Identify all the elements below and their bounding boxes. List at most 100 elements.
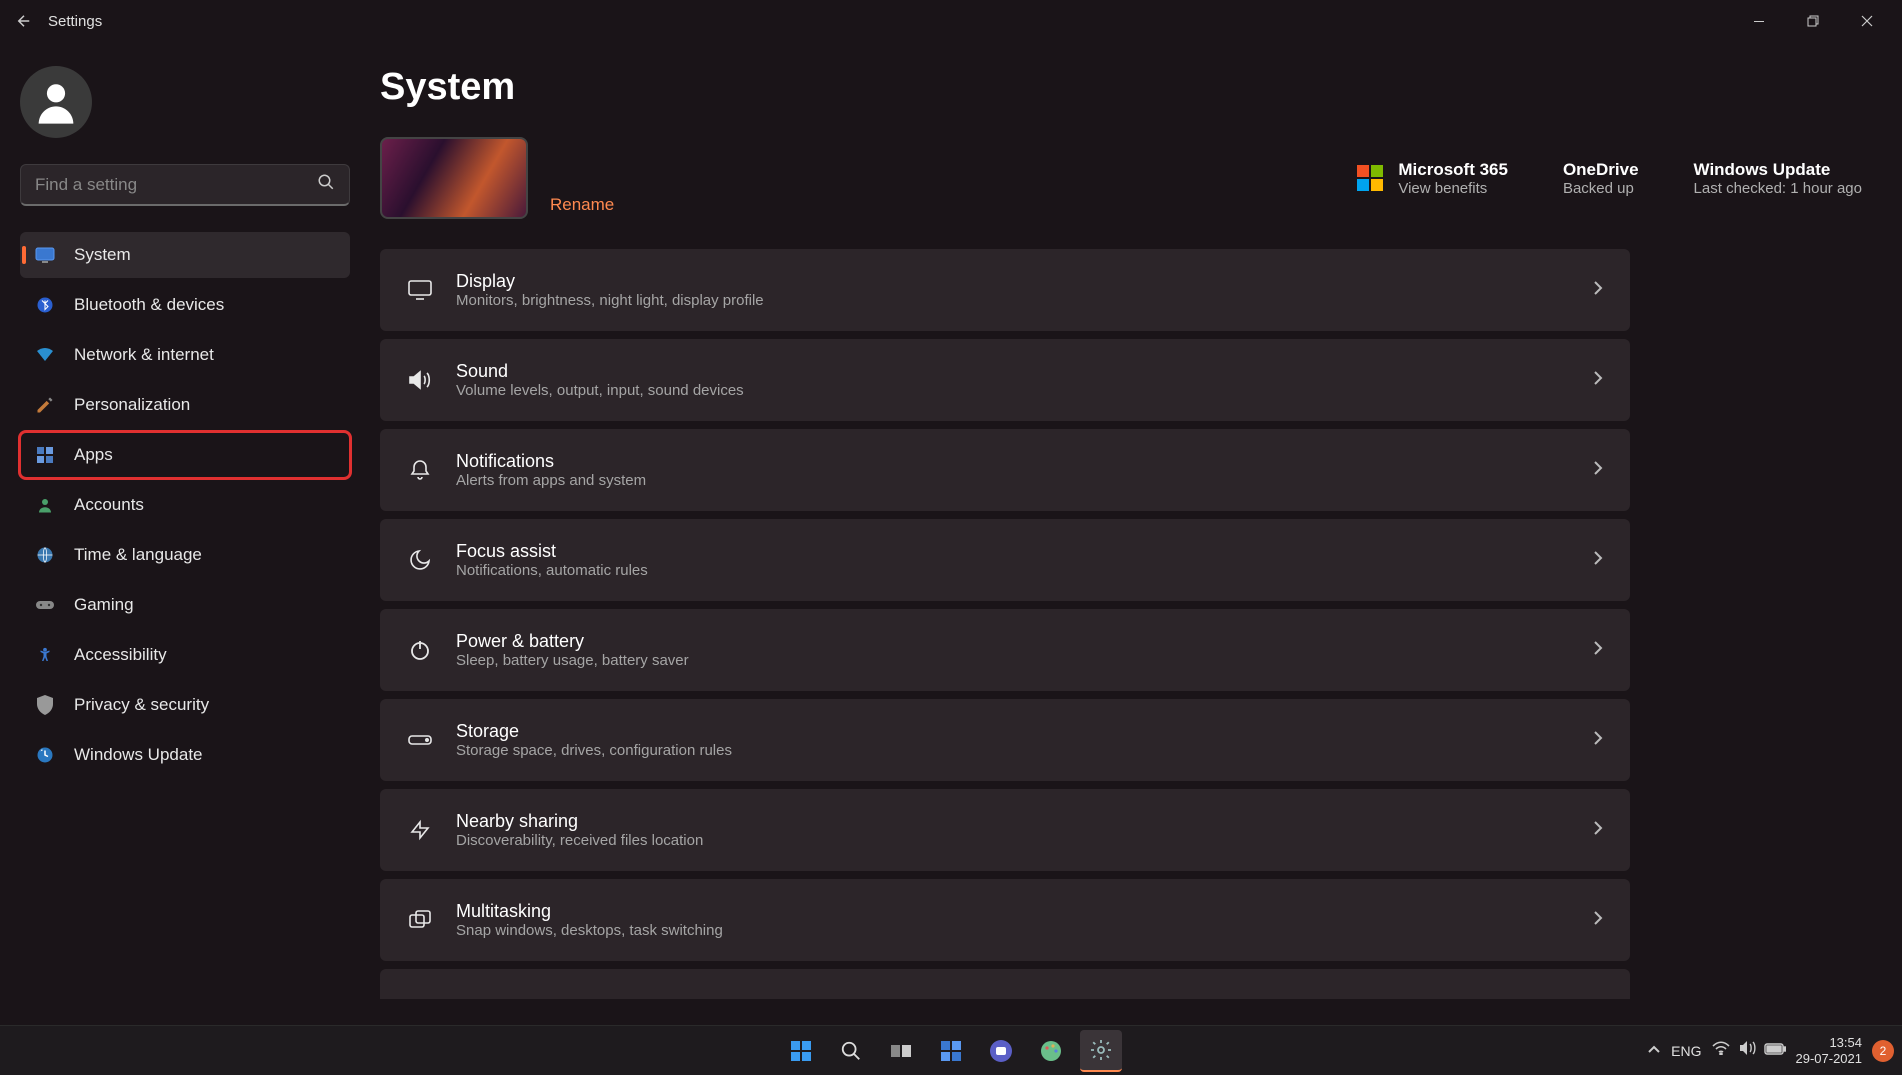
clock[interactable]: 13:54 29-07-2021 (1796, 1035, 1863, 1066)
sidebar-item-windows-update[interactable]: Windows Update (20, 732, 350, 778)
clock-time: 13:54 (1796, 1035, 1863, 1051)
microsoft-logo-icon (1356, 164, 1384, 192)
rename-link[interactable]: Rename (550, 195, 614, 215)
status-card-onedrive[interactable]: OneDrive Backed up (1563, 160, 1639, 197)
setting-title: Storage (456, 721, 1570, 742)
bluetooth-icon (34, 294, 56, 316)
status-subtitle: Last checked: 1 hour ago (1694, 180, 1862, 197)
setting-row-power-battery[interactable]: Power & batterySleep, battery usage, bat… (380, 609, 1630, 691)
nearby-sharing-icon (406, 818, 434, 842)
sidebar-item-privacy[interactable]: Privacy & security (20, 682, 350, 728)
clock-date: 29-07-2021 (1796, 1051, 1863, 1067)
setting-title: Notifications (456, 451, 1570, 472)
sidebar-item-personalization[interactable]: Personalization (20, 382, 350, 428)
chevron-right-icon (1592, 820, 1604, 841)
setting-subtitle: Storage space, drives, configuration rul… (456, 742, 1570, 759)
status-card-ms365[interactable]: Microsoft 365 View benefits (1356, 160, 1508, 197)
tray-overflow-button[interactable] (1647, 1042, 1661, 1060)
setting-row-focus-assist[interactable]: Focus assistNotifications, automatic rul… (380, 519, 1630, 601)
accessibility-icon (34, 644, 56, 666)
sidebar-item-apps[interactable]: Apps (20, 432, 350, 478)
accounts-icon (34, 494, 56, 516)
notification-badge[interactable]: 2 (1872, 1040, 1894, 1062)
multitasking-icon (406, 909, 434, 931)
wifi-icon[interactable] (1712, 1041, 1730, 1060)
paint-button[interactable] (1030, 1030, 1072, 1072)
sidebar-item-gaming[interactable]: Gaming (20, 582, 350, 628)
sidebar-item-label: Gaming (74, 595, 134, 615)
back-button[interactable] (8, 5, 40, 37)
nav-list: System Bluetooth & devices Network & int… (20, 232, 350, 778)
setting-row-multitasking[interactable]: MultitaskingSnap windows, desktops, task… (380, 879, 1630, 961)
avatar (20, 66, 92, 138)
device-thumbnail[interactable] (380, 137, 528, 219)
window-title: Settings (48, 13, 102, 30)
personalization-icon (34, 394, 56, 416)
setting-subtitle: Sleep, battery usage, battery saver (456, 652, 1570, 669)
status-card-winupdate[interactable]: Windows Update Last checked: 1 hour ago (1694, 160, 1862, 197)
user-block[interactable] (20, 66, 350, 138)
gaming-icon (34, 594, 56, 616)
sidebar-item-system[interactable]: System (20, 232, 350, 278)
volume-icon[interactable] (1738, 1040, 1756, 1061)
setting-row-sound[interactable]: SoundVolume levels, output, input, sound… (380, 339, 1630, 421)
search-box[interactable] (20, 164, 350, 206)
setting-row-nearby-sharing[interactable]: Nearby sharingDiscoverability, received … (380, 789, 1630, 871)
sidebar-item-label: Bluetooth & devices (74, 295, 224, 315)
sidebar-item-label: Apps (74, 445, 113, 465)
titlebar: Settings (0, 0, 1902, 42)
settings-list: DisplayMonitors, brightness, night light… (380, 249, 1630, 999)
chevron-right-icon (1592, 910, 1604, 931)
start-button[interactable] (780, 1030, 822, 1072)
settings-taskbar-button[interactable] (1080, 1030, 1122, 1072)
widgets-button[interactable] (930, 1030, 972, 1072)
search-icon[interactable] (317, 173, 335, 196)
setting-subtitle: Monitors, brightness, night light, displ… (456, 292, 1570, 309)
setting-row-partial[interactable] (380, 969, 1630, 999)
sidebar-item-label: Windows Update (74, 745, 203, 765)
chevron-right-icon (1592, 370, 1604, 391)
sidebar-item-accessibility[interactable]: Accessibility (20, 632, 350, 678)
setting-row-display[interactable]: DisplayMonitors, brightness, night light… (380, 249, 1630, 331)
sidebar-item-accounts[interactable]: Accounts (20, 482, 350, 528)
language-indicator[interactable]: ENG (1671, 1043, 1701, 1059)
sidebar-item-label: Privacy & security (74, 695, 209, 715)
task-view-button[interactable] (880, 1030, 922, 1072)
setting-title: Display (456, 271, 1570, 292)
sidebar-item-bluetooth[interactable]: Bluetooth & devices (20, 282, 350, 328)
search-input[interactable] (35, 175, 317, 195)
status-title: Windows Update (1694, 160, 1862, 180)
status-subtitle: View benefits (1398, 180, 1508, 197)
setting-title: Focus assist (456, 541, 1570, 562)
network-icon (34, 344, 56, 366)
setting-row-storage[interactable]: StorageStorage space, drives, configurat… (380, 699, 1630, 781)
sidebar-item-time-language[interactable]: Time & language (20, 532, 350, 578)
status-title: Microsoft 365 (1398, 160, 1508, 180)
privacy-icon (34, 694, 56, 716)
chevron-right-icon (1592, 460, 1604, 481)
storage-icon (406, 732, 434, 748)
status-subtitle: Backed up (1563, 180, 1639, 197)
window-controls (1732, 2, 1894, 40)
chevron-right-icon (1592, 280, 1604, 301)
chevron-right-icon (1592, 550, 1604, 571)
maximize-button[interactable] (1786, 2, 1840, 40)
setting-title: Sound (456, 361, 1570, 382)
setting-row-notifications[interactable]: NotificationsAlerts from apps and system (380, 429, 1630, 511)
search-taskbar-button[interactable] (830, 1030, 872, 1072)
setting-subtitle: Volume levels, output, input, sound devi… (456, 382, 1570, 399)
minimize-button[interactable] (1732, 2, 1786, 40)
sidebar-item-label: Time & language (74, 545, 202, 565)
teams-button[interactable] (980, 1030, 1022, 1072)
sidebar-item-label: Personalization (74, 395, 190, 415)
sidebar-item-network[interactable]: Network & internet (20, 332, 350, 378)
close-button[interactable] (1840, 2, 1894, 40)
system-icon (34, 244, 56, 266)
sidebar-item-label: Network & internet (74, 345, 214, 365)
power-icon (406, 638, 434, 662)
battery-icon[interactable] (1764, 1042, 1786, 1060)
sound-icon (406, 369, 434, 391)
setting-subtitle: Snap windows, desktops, task switching (456, 922, 1570, 939)
status-title: OneDrive (1563, 160, 1639, 180)
setting-subtitle: Alerts from apps and system (456, 472, 1570, 489)
